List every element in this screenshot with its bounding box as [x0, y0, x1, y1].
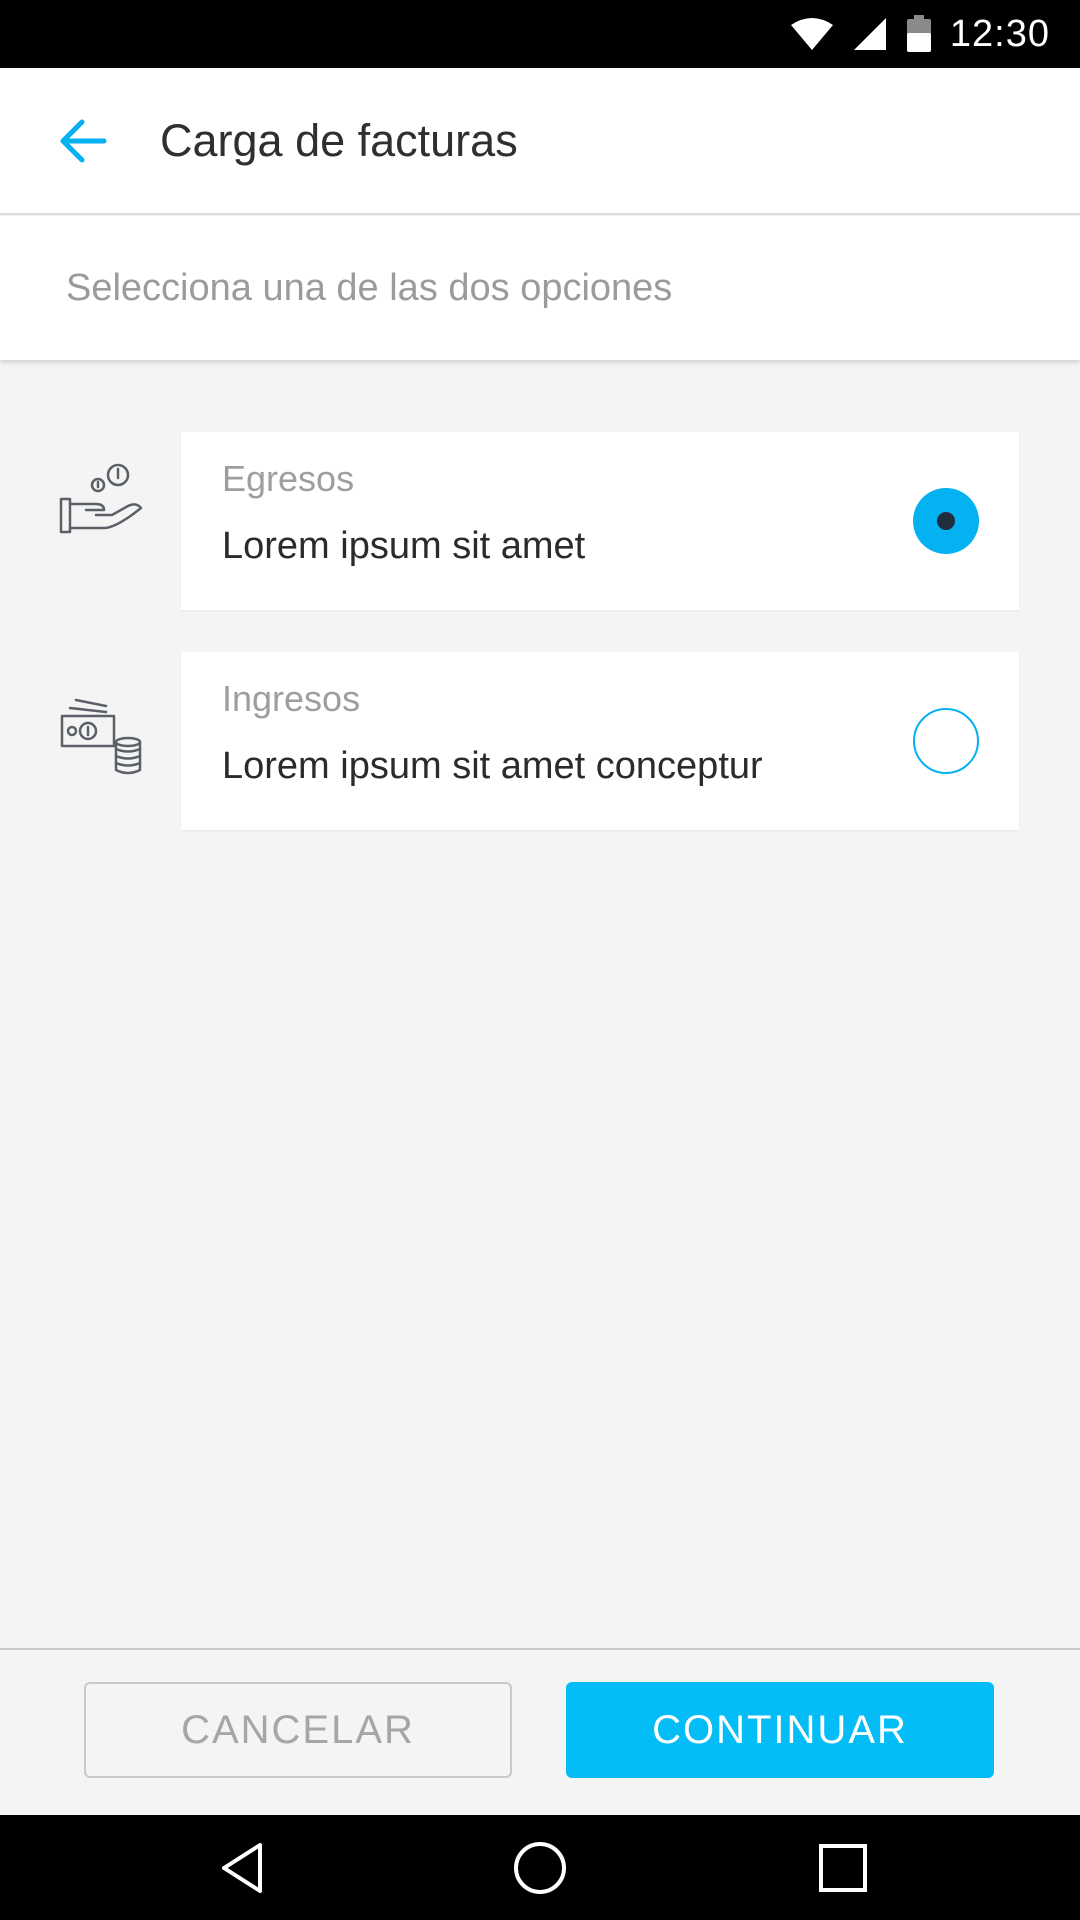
option-description: Lorem ipsum sit amet conceptur	[222, 745, 763, 787]
option-label: Egresos	[222, 458, 355, 499]
status-time: 12:30	[949, 12, 1050, 55]
option-card-ingresos[interactable]: Ingresos Lorem ipsum sit amet conceptur	[181, 652, 1019, 830]
option-description: Lorem ipsum sit amet	[222, 525, 586, 567]
instruction-text: Selecciona una de las dos opciones	[66, 266, 673, 309]
arrow-left-icon	[60, 119, 107, 162]
subheader: Selecciona una de las dos opciones	[0, 216, 1080, 360]
nav-back-icon[interactable]	[212, 1837, 274, 1899]
screen: 12:30 Carga de facturas Selecciona una d…	[0, 0, 1080, 1920]
signal-icon	[852, 17, 888, 51]
back-button[interactable]	[42, 100, 124, 182]
option-row-ingresos: Ingresos Lorem ipsum sit amet conceptur	[0, 652, 1080, 830]
cash-coins-icon	[56, 692, 148, 784]
continue-button[interactable]: CONTINUAR	[566, 1682, 994, 1778]
page-title: Carga de facturas	[160, 114, 518, 166]
option-label: Ingresos	[222, 678, 361, 719]
radio-button-unselected[interactable]	[913, 708, 979, 774]
wifi-icon	[790, 17, 834, 51]
radio-button-selected[interactable]	[913, 488, 979, 554]
action-bar: CANCELAR CONTINUAR	[0, 1648, 1080, 1815]
app-bar: Carga de facturas	[0, 68, 1080, 215]
navigation-bar	[0, 1815, 1080, 1920]
option-card-egresos[interactable]: Egresos Lorem ipsum sit amet	[181, 432, 1019, 610]
nav-home-icon[interactable]	[509, 1837, 571, 1899]
cancel-button[interactable]: CANCELAR	[84, 1682, 512, 1778]
nav-recents-icon[interactable]	[812, 1837, 874, 1899]
option-row-egresos: Egresos Lorem ipsum sit amet	[0, 432, 1080, 610]
battery-icon	[906, 15, 932, 53]
status-bar: 12:30	[0, 0, 1080, 68]
hand-coins-icon	[56, 454, 148, 546]
